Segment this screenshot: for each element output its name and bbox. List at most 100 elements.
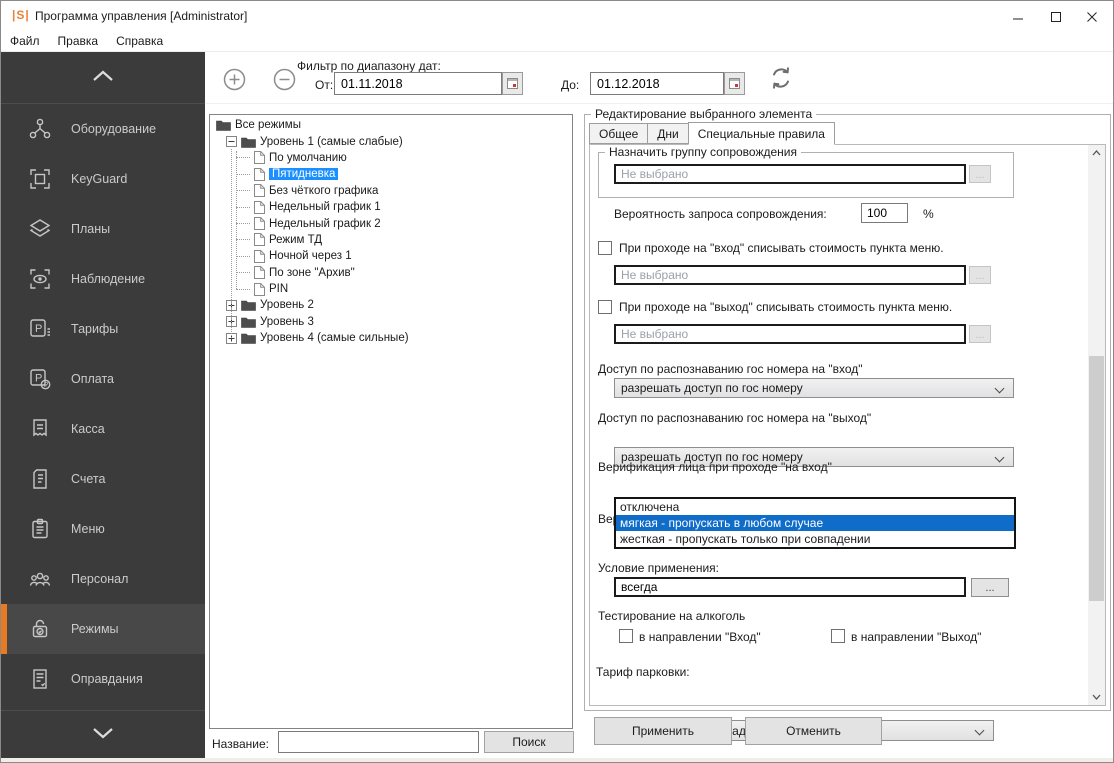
sidebar-scroll-up[interactable]	[1, 52, 205, 104]
menu-edit[interactable]: Правка	[49, 31, 108, 51]
sidebar-item-excuses[interactable]: Оправдания	[1, 654, 205, 704]
minimize-button[interactable]	[1003, 7, 1033, 27]
cancel-button[interactable]: Отменить	[745, 717, 882, 745]
date-from-input[interactable]	[334, 72, 502, 95]
sidebar-item-label: Счета	[71, 472, 106, 486]
entry-menu-checkbox[interactable]	[598, 241, 612, 255]
exit-menu-input[interactable]	[614, 324, 966, 344]
payment-icon: P ₽	[27, 366, 53, 392]
calendar-icon	[729, 78, 740, 89]
sidebar-item-staff[interactable]: Персонал	[1, 554, 205, 604]
page-icon	[254, 151, 265, 165]
entry-menu-browse-button[interactable]: ...	[969, 266, 991, 284]
sidebar-item-modes[interactable]: Режимы	[1, 604, 205, 654]
tree-leaf[interactable]: Ночной через 1	[214, 248, 572, 264]
maximize-button[interactable]	[1041, 7, 1071, 27]
sidebar-item-observation[interactable]: Наблюдение	[1, 254, 205, 304]
entry-menu-input[interactable]	[614, 265, 966, 285]
sidebar-item-menu[interactable]: Меню	[1, 504, 205, 554]
page-icon	[254, 266, 265, 280]
sidebar-item-accounts[interactable]: Счета	[1, 454, 205, 504]
search-button[interactable]: Поиск	[484, 731, 574, 753]
tree-leaf[interactable]: Недельный график 2	[214, 215, 572, 231]
tree-node-level1[interactable]: Уровень 1 (самые слабые)	[214, 133, 572, 149]
apply-button[interactable]: Применить	[594, 717, 732, 745]
exit-menu-checkbox[interactable]	[598, 300, 612, 314]
bill-icon	[27, 466, 53, 492]
sidebar-item-label: Оборудование	[71, 122, 157, 136]
tree-guide-stub	[236, 206, 250, 208]
sidebar-item-payment[interactable]: P ₽ Оплата	[1, 354, 205, 404]
tree-node-label: Уровень 4 (самые сильные)	[260, 332, 409, 345]
search-input[interactable]	[278, 731, 479, 753]
menu-file[interactable]: Файл	[1, 31, 49, 51]
date-from-calendar-button[interactable]	[502, 72, 523, 95]
scrollbar-thumb[interactable]	[1089, 356, 1104, 601]
plate-in-value: разрешать доступ по гос номеру	[621, 381, 803, 395]
tree-leaf[interactable]: Без чёткого графика	[214, 183, 572, 199]
escort-group-input[interactable]	[614, 164, 966, 184]
tree-guide-line	[236, 151, 237, 289]
exit-menu-browse-button[interactable]: ...	[969, 325, 991, 343]
tree-node-level2[interactable]: Уровень 2	[214, 297, 572, 313]
tree-leaf[interactable]: Недельный график 1	[214, 199, 572, 215]
tree-guide-stub	[236, 272, 250, 274]
dropdown-option-selected[interactable]: мягкая - пропускать в любом случае	[616, 515, 1014, 531]
escort-browse-button[interactable]: ...	[969, 165, 991, 183]
alcohol-in-checkbox[interactable]	[619, 629, 633, 643]
sidebar-scroll-down[interactable]	[1, 710, 205, 758]
close-button[interactable]	[1077, 7, 1107, 27]
sidebar-item-plans[interactable]: Планы	[1, 204, 205, 254]
sidebar-item-tariffs[interactable]: P Тарифы	[1, 304, 205, 354]
plate-in-combobox[interactable]: разрешать доступ по гос номеру	[614, 378, 1014, 398]
probability-unit: %	[923, 207, 934, 221]
sidebar-item-cashdesk[interactable]: Касса	[1, 404, 205, 454]
tree-root-node[interactable]: Все режимы	[214, 117, 572, 133]
condition-input[interactable]	[614, 577, 966, 597]
tree-guide-stub	[236, 255, 250, 257]
editor-scrollbar[interactable]	[1088, 145, 1105, 705]
tariff-icon: P	[27, 316, 53, 342]
escort-group-label: Назначить группу сопровождения	[605, 145, 801, 159]
tab-special-rules[interactable]: Специальные правила	[687, 122, 835, 145]
tree-leaf[interactable]: По зоне "Архив"	[214, 265, 572, 281]
probability-input[interactable]	[861, 203, 908, 223]
search-label: Название:	[212, 737, 269, 751]
plate-out-label: Доступ по распознаванию гос номера на "в…	[598, 411, 872, 425]
tree-leaf-selected[interactable]: Пятидневка	[214, 166, 572, 182]
collapse-box-icon[interactable]	[226, 136, 237, 148]
date-to-calendar-button[interactable]	[724, 72, 745, 95]
tree-node-level4[interactable]: Уровень 4 (самые сильные)	[214, 330, 572, 346]
window-bottom-edge	[1, 758, 1113, 762]
condition-browse-button[interactable]: ...	[971, 578, 1009, 597]
tree-node-label: Уровень 1 (самые слабые)	[260, 135, 403, 148]
dropdown-option[interactable]: отключена	[616, 499, 1014, 515]
page-icon	[254, 167, 265, 181]
expand-all-button[interactable]	[223, 68, 246, 94]
collapse-all-button[interactable]	[273, 68, 296, 94]
network-icon	[27, 116, 53, 142]
condition-label: Условие применения:	[598, 561, 719, 575]
sidebar-item-keyguard[interactable]: KeyGuard	[1, 154, 205, 204]
page-icon	[254, 217, 265, 231]
tree-node-level3[interactable]: Уровень 3	[214, 314, 572, 330]
tree-leaf[interactable]: По умолчанию	[214, 150, 572, 166]
scroll-up-icon[interactable]	[1088, 145, 1105, 161]
menu-help[interactable]: Справка	[107, 31, 172, 51]
app-window: |S| Программа управления [Administrator]…	[0, 0, 1114, 763]
modes-tree: Все режимы Уровень 1 (самые слабые) По у…	[210, 115, 572, 346]
sidebar-item-label: Наблюдение	[71, 272, 146, 286]
tab-days[interactable]: Дни	[647, 123, 689, 144]
map-icon	[27, 216, 53, 242]
scrollbar-track[interactable]	[1088, 161, 1105, 689]
alcohol-out-checkbox[interactable]	[831, 629, 845, 643]
tree-leaf[interactable]: PIN	[214, 281, 572, 297]
sidebar-item-equipment[interactable]: Оборудование	[1, 104, 205, 154]
refresh-button[interactable]	[767, 64, 795, 95]
tree-leaf[interactable]: Режим ТД	[214, 232, 572, 248]
dropdown-option[interactable]: жесткая - пропускать только при совпаден…	[616, 531, 1014, 547]
date-to-input[interactable]	[590, 72, 724, 95]
page-icon	[254, 233, 265, 247]
scroll-down-icon[interactable]	[1088, 689, 1105, 705]
tab-general[interactable]: Общее	[589, 123, 649, 144]
